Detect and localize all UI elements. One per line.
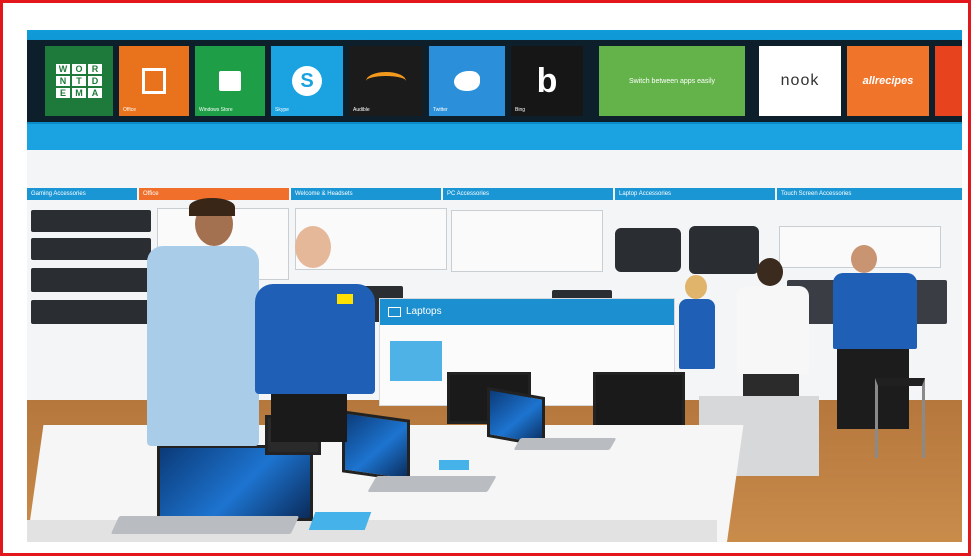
allrecipes-tile: allrecipes — [847, 46, 929, 116]
tile-strip: W O R N T D E M A Office Windows Store S… — [27, 40, 962, 122]
laptops-sign: Laptops — [380, 299, 674, 325]
center-laptop-keyboard — [367, 476, 497, 492]
audible-tile: Audible — [349, 46, 423, 116]
sign-gaming: Gaming Accessories — [27, 188, 137, 200]
sign-touch-screen: Touch Screen Accessories — [777, 188, 962, 200]
switch-apps-tile: Switch between apps easily — [599, 46, 745, 116]
price-tag — [439, 460, 469, 470]
store-photo: W O R N T D E M A Office Windows Store S… — [27, 30, 962, 542]
bing-tile: b Bing — [511, 46, 583, 116]
photo-frame: W O R N T D E M A Office Windows Store S… — [0, 0, 971, 556]
display-laptop — [593, 372, 685, 428]
skype-icon: S — [292, 66, 322, 96]
twitter-bird-icon — [454, 71, 480, 91]
partial-red-tile — [935, 46, 962, 116]
customer-man-light-blue-shirt — [139, 198, 269, 458]
best-buy-tag — [337, 294, 353, 304]
banner-blue-band — [27, 124, 962, 150]
sign-pc-accessories: PC Accessories — [443, 188, 613, 200]
pc-accessories-rack — [451, 210, 603, 272]
laptop-bag — [615, 228, 681, 272]
right-laptop-keyboard — [513, 438, 617, 450]
office-tile: Office — [119, 46, 189, 116]
headset-rack — [31, 268, 151, 292]
headset-rack — [31, 238, 151, 260]
skype-tile: S Skype — [271, 46, 343, 116]
headset-rack — [31, 300, 151, 324]
headset-rack — [31, 210, 151, 232]
office-icon — [142, 68, 166, 94]
twitter-tile: Twitter — [429, 46, 505, 116]
windows-store-tile: Windows Store — [195, 46, 265, 116]
front-laptop-keyboard — [110, 516, 300, 534]
nook-tile: nook — [759, 46, 841, 116]
laptops-inner-card — [390, 341, 442, 381]
xbox-word-tile: W O R N T D E M A — [45, 46, 113, 116]
store-bag-icon — [219, 71, 241, 91]
price-tag — [308, 512, 372, 530]
employee-woman-blue-shirt — [251, 222, 381, 456]
sign-welcome: Welcome & Headsets — [291, 188, 441, 200]
laptop-icon — [388, 307, 401, 317]
sign-laptop-accessories: Laptop Accessories — [615, 188, 775, 200]
audible-icon — [366, 72, 406, 90]
app-tile-banner: W O R N T D E M A Office Windows Store S… — [27, 30, 962, 150]
stool — [875, 378, 925, 458]
